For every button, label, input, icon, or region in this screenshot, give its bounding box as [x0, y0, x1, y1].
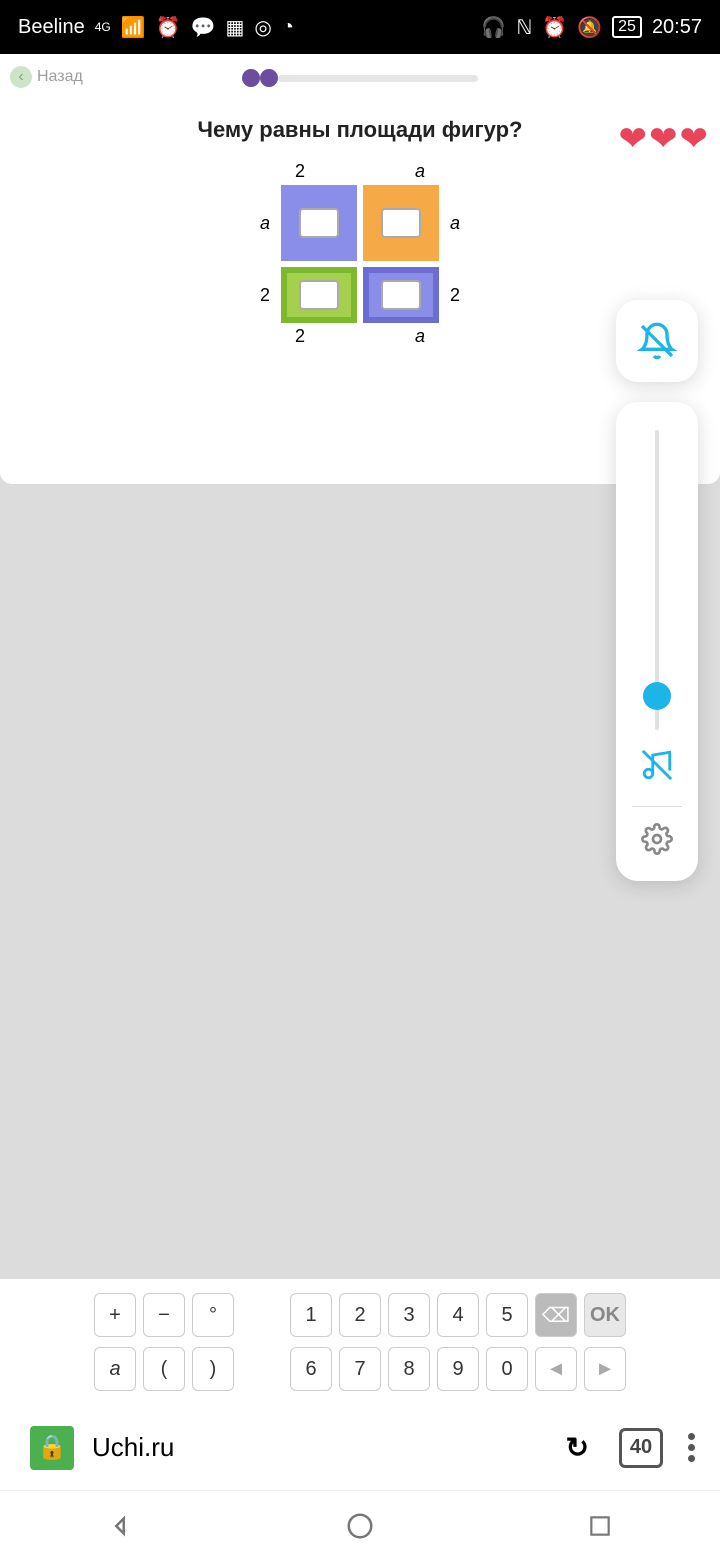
lock-icon: 🔒	[30, 1426, 74, 1470]
carrier: Beeline	[18, 16, 85, 39]
progress-dot	[260, 69, 278, 87]
instagram-icon: ◎	[254, 15, 271, 40]
figure-green	[281, 267, 357, 323]
key-a[interactable]: a	[94, 1347, 136, 1391]
dim-label: 2	[255, 285, 275, 306]
network-badge: 4G	[95, 20, 111, 34]
lives: ❤ ❤ ❤	[619, 119, 709, 159]
key-degree[interactable]: °	[192, 1293, 234, 1337]
key-0[interactable]: 0	[486, 1347, 528, 1391]
progress-bar	[278, 75, 478, 82]
nav-home[interactable]	[342, 1508, 378, 1544]
url-text: Uchi.ru	[92, 1432, 174, 1463]
dim-label: a	[445, 213, 465, 234]
system-nav	[0, 1490, 720, 1560]
area-input-2[interactable]	[381, 208, 421, 238]
status-bar: Beeline 4G 📶 ⏰ 💬 ▦ ◎ ◔ 🎧 ℕ ⏰ 🔕 25 20:57	[0, 0, 720, 54]
tabs-count: 40	[630, 1436, 652, 1459]
area-input-1[interactable]	[299, 208, 339, 238]
figure-purple2	[363, 267, 439, 323]
notifications-mute-button[interactable]	[616, 300, 698, 382]
key-8[interactable]: 8	[388, 1347, 430, 1391]
back-button[interactable]: ‹ Назад	[10, 66, 83, 88]
key-right[interactable]: ►	[584, 1347, 626, 1391]
question-text: Чему равны площади фигур?	[0, 117, 720, 143]
dim-label: a	[415, 326, 425, 347]
browser-toolbar: 🔒 Uchi.ru ↻ 40	[0, 1405, 720, 1490]
dim-label: 2	[295, 326, 305, 347]
heart-icon: ❤	[619, 119, 648, 159]
key-left[interactable]: ◄	[535, 1347, 577, 1391]
key-5[interactable]: 5	[486, 1293, 528, 1337]
progress-indicator	[0, 69, 720, 87]
volume-panel	[616, 402, 698, 881]
key-lparen[interactable]: (	[143, 1347, 185, 1391]
heart-icon: ❤	[649, 119, 678, 159]
figure-purple	[281, 185, 357, 261]
clock-icon: ⏰	[542, 15, 567, 40]
reload-button[interactable]: ↻	[566, 1431, 589, 1464]
alarm-icon: ⏰	[156, 15, 181, 40]
app-icon: ▦	[225, 15, 244, 40]
chevron-left-icon: ‹	[10, 66, 32, 88]
figure-orange	[363, 185, 439, 261]
key-9[interactable]: 9	[437, 1347, 479, 1391]
tabs-button[interactable]: 40	[619, 1428, 663, 1468]
exercise-panel: ‹ Назад ❤ ❤ ❤ Чему равны площади фигур? …	[0, 54, 720, 484]
dim-label: a	[255, 213, 275, 234]
key-4[interactable]: 4	[437, 1293, 479, 1337]
back-label: Назад	[37, 68, 83, 86]
key-1[interactable]: 1	[290, 1293, 332, 1337]
settings-button[interactable]	[641, 823, 673, 863]
area-input-3[interactable]	[299, 280, 339, 310]
clock-time: 20:57	[652, 16, 702, 39]
key-backspace[interactable]: ⌫	[535, 1293, 577, 1337]
volume-slider[interactable]	[655, 430, 659, 730]
nfc-icon: ℕ	[516, 15, 532, 40]
headphones-icon: 🎧	[481, 15, 506, 40]
key-2[interactable]: 2	[339, 1293, 381, 1337]
key-3[interactable]: 3	[388, 1293, 430, 1337]
address-bar[interactable]: 🔒 Uchi.ru ↻	[15, 1418, 604, 1478]
key-rparen[interactable]: )	[192, 1347, 234, 1391]
chat-icon: 💬	[191, 15, 216, 40]
figures: 2 a a a 2 2 2 a	[240, 161, 480, 347]
key-plus[interactable]: +	[94, 1293, 136, 1337]
dim-label: 2	[445, 285, 465, 306]
progress-dot	[242, 69, 260, 87]
key-6[interactable]: 6	[290, 1347, 332, 1391]
key-7[interactable]: 7	[339, 1347, 381, 1391]
heart-icon: ❤	[680, 119, 709, 159]
volume-thumb[interactable]	[643, 682, 671, 710]
signal-icon: 📶	[121, 15, 146, 40]
divider	[632, 806, 682, 807]
nav-back[interactable]	[102, 1508, 138, 1544]
menu-button[interactable]	[678, 1433, 705, 1462]
key-ok[interactable]: OK	[584, 1293, 626, 1337]
area-input-4[interactable]	[381, 280, 421, 310]
nav-recent[interactable]	[582, 1508, 618, 1544]
battery-level: 25	[612, 16, 642, 38]
dim-label: a	[415, 161, 425, 182]
telegram-icon: ◔	[282, 16, 294, 39]
media-mute-icon[interactable]	[640, 748, 674, 790]
dim-label: 2	[295, 161, 305, 182]
key-minus[interactable]: −	[143, 1293, 185, 1337]
math-keyboard: + − ° 1 2 3 4 5 ⌫ OK a ( ) 6 7 8 9 0 ◄ ►	[0, 1279, 720, 1405]
bell-off-icon	[637, 321, 677, 361]
mute-icon: 🔕	[577, 15, 602, 40]
